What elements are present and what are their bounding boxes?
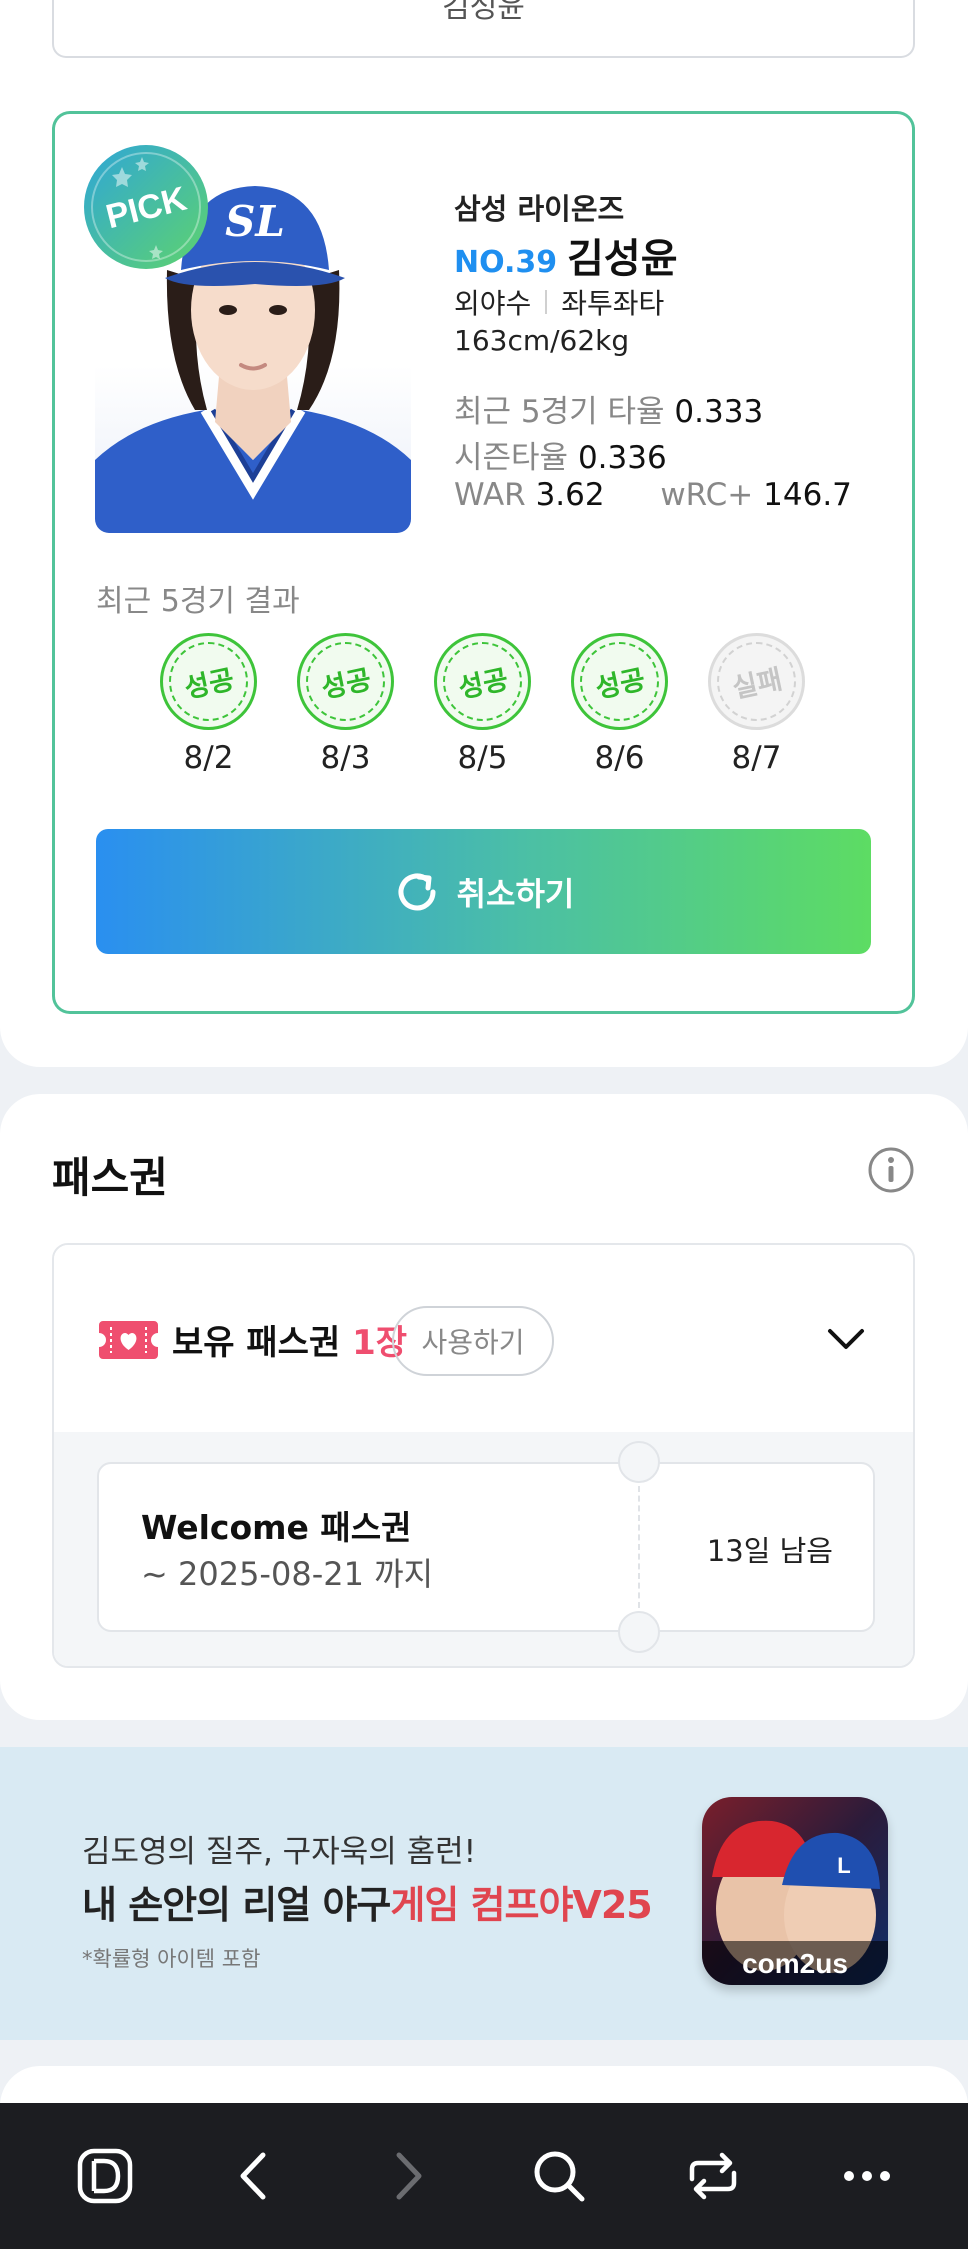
banner-line1: 김도영의 질주, 구자욱의 홈런! (82, 1834, 477, 1870)
success-stamp: 성공 (434, 633, 531, 730)
svg-text:com2us: com2us (742, 1948, 848, 1979)
pass-header[interactable]: 보유 패스권 1장 사용하기 (54, 1245, 913, 1432)
season-avg-label: 시즌타율 (454, 440, 569, 476)
tabs-icon[interactable] (680, 2143, 746, 2209)
cancel-pick-label: 취소하기 (456, 874, 575, 913)
chevron-down-icon[interactable] (824, 1317, 868, 1361)
result-item: 성공 8/2 (160, 633, 257, 776)
browser-bottom-nav (0, 2103, 968, 2249)
svg-text:SL: SL (225, 197, 285, 246)
war-label: WAR (454, 477, 526, 513)
result-item: 성공 8/5 (434, 633, 531, 776)
player-bats-throws: 좌투좌타 (561, 287, 665, 320)
wrc-value: 146.7 (763, 477, 852, 513)
recent5-avg-value: 0.333 (674, 394, 764, 430)
pass-box: 보유 패스권 1장 사용하기 Welcome 패스권 ~ 2025-08-21 … (52, 1243, 915, 1668)
result-item: 성공 8/6 (571, 633, 668, 776)
result-item: 성공 8/3 (297, 633, 394, 776)
recent-results: 성공 8/2 성공 8/3 성공 8/5 성공 8/6 실패 8/7 (160, 633, 805, 776)
player-name-row: NO.39 김성윤 (454, 226, 678, 284)
result-date: 8/3 (320, 740, 371, 776)
chevron-down-icon (853, 0, 895, 18)
result-date: 8/7 (731, 740, 782, 776)
owned-pass-label: 보유 패스권 1장 (172, 1323, 408, 1363)
player-position: 외야수 (454, 287, 532, 320)
recent5-avg: 최근 5경기 타율 0.333 (454, 386, 763, 431)
season-avg-value: 0.336 (577, 440, 667, 476)
refresh-icon (398, 873, 436, 910)
more-icon[interactable] (834, 2143, 900, 2209)
recent-results-title: 최근 5경기 결과 (96, 584, 300, 619)
fail-stamp: 실패 (708, 633, 805, 730)
success-stamp: 성공 (571, 633, 668, 730)
svg-text:L: L (837, 1853, 850, 1878)
game-app-icon[interactable]: L com2us (702, 1797, 888, 1985)
wrc-label: wRC+ (660, 477, 754, 513)
success-stamp: 성공 (160, 633, 257, 730)
banner-line2: 내 손안의 리얼 야구게임 컴프야V25 (82, 1883, 653, 1927)
war-wrc: WAR 3.62 wRC+ 146.7 (454, 477, 852, 513)
result-date: 8/5 (457, 740, 508, 776)
season-avg: 시즌타율 0.336 (454, 432, 667, 477)
player-select[interactable]: 김성윤 (52, 0, 915, 58)
back-icon[interactable] (221, 2143, 287, 2209)
ticket-name: Welcome 패스권 (141, 1508, 412, 1547)
use-pass-button[interactable]: 사용하기 (392, 1306, 554, 1376)
pass-title: 패스권 (52, 1153, 168, 1202)
info-icon[interactable] (867, 1146, 915, 1194)
ticket-icon (99, 1321, 158, 1359)
result-item: 실패 8/7 (708, 633, 805, 776)
banner-disclaimer: *확률형 아이템 포함 (82, 1947, 261, 1971)
ticket-expiry: ~ 2025-08-21 까지 (141, 1555, 434, 1593)
d-logo-icon[interactable] (72, 2143, 138, 2209)
forward-icon[interactable] (375, 2143, 441, 2209)
cancel-pick-button[interactable]: 취소하기 (96, 829, 871, 954)
player-name: 김성윤 (567, 236, 678, 282)
player-body: 163cm/62kg (454, 324, 630, 357)
recent5-avg-label: 최근 5경기 타율 (454, 394, 665, 430)
result-date: 8/2 (183, 740, 234, 776)
ticket-remaining: 13일 남음 (706, 1534, 833, 1568)
success-stamp: 성공 (297, 633, 394, 730)
search-icon[interactable] (526, 2143, 592, 2209)
result-date: 8/6 (594, 740, 645, 776)
player-select-value: 김성윤 (442, 0, 525, 25)
war-value: 3.62 (535, 477, 605, 513)
team-name: 삼성 라이온즈 (454, 192, 625, 226)
player-position-row: 외야수 좌투좌타 (454, 282, 664, 322)
divider (545, 290, 548, 314)
pass-ticket: Welcome 패스권 ~ 2025-08-21 까지 13일 남음 (97, 1441, 875, 1653)
pick-badge-icon: PICK (84, 145, 208, 269)
player-number: NO.39 (454, 245, 558, 280)
